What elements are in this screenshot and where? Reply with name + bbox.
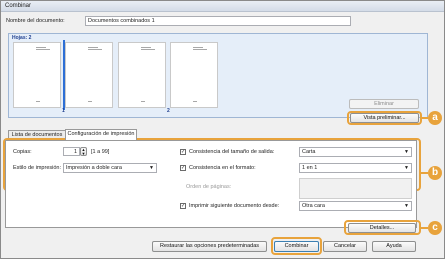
restore-defaults-button[interactable]: Restaurar las opciones predeterminadas <box>152 241 267 252</box>
page-thumbnail[interactable] <box>170 42 218 108</box>
preview-button[interactable]: Vista preliminar... <box>350 113 419 123</box>
print-settings-panel: Copias: 1 ▲ ▼ [1 a 99] Estilo de impresió… <box>5 140 417 228</box>
window-title: Combinar <box>5 3 32 9</box>
next-doc-value: Otra cara <box>302 203 325 209</box>
pages-count-label: Hojas: 2 <box>12 35 32 41</box>
copies-input[interactable]: 1 <box>63 147 80 156</box>
combine-button[interactable]: Combinar <box>274 241 319 252</box>
format-select[interactable]: 1 en 1 ▼ <box>299 163 412 173</box>
size-consistency-label: Consistencia del tamaño de salida: <box>189 149 275 155</box>
chevron-down-icon: ▼ <box>149 165 154 171</box>
callout-c: c <box>428 221 442 235</box>
format-consistency-label: Consistencia en el formato: <box>189 165 256 171</box>
print-style-select[interactable]: Impresión a doble cara ▼ <box>63 163 157 173</box>
page-order-field <box>299 178 412 199</box>
page-number: 1 <box>62 108 65 114</box>
format-value: 1 en 1 <box>302 165 318 171</box>
chevron-down-icon: ▼ <box>404 203 409 209</box>
next-doc-select[interactable]: Otra cara ▼ <box>299 201 412 211</box>
next-doc-label: Imprimir siguiente documento desde: <box>189 203 280 209</box>
copies-range-label: [1 a 99] <box>91 149 110 155</box>
doc-name-input[interactable]: Documentos combinados 1 <box>85 16 351 26</box>
doc-name-label: Nombre del documento: <box>6 18 65 24</box>
output-size-value: Carta <box>302 149 316 155</box>
output-size-select[interactable]: Carta ▼ <box>299 147 412 157</box>
cancel-button[interactable]: Cancelar <box>323 241 367 252</box>
chevron-down-icon: ▼ <box>404 149 409 155</box>
title-bar: Combinar <box>1 1 444 12</box>
page-number: 2 <box>167 108 170 114</box>
tab-print-settings[interactable]: Configuración de impresión <box>65 129 137 140</box>
copies-label: Copias: <box>13 149 32 155</box>
size-consistency-checkbox[interactable]: ✓ <box>180 149 186 155</box>
page-thumbnail[interactable] <box>65 42 113 108</box>
combine-dialog: Combinar Nombre del documento: Documento… <box>0 0 445 259</box>
details-button[interactable]: Detalles... <box>348 223 416 233</box>
page-order-label: Orden de páginas: <box>186 184 232 190</box>
page-thumbnail[interactable] <box>13 42 61 108</box>
callout-a: a <box>428 111 442 125</box>
print-style-label: Estilo de impresión: <box>13 165 61 171</box>
print-style-value: Impresión a doble cara <box>66 165 122 171</box>
copies-stepper[interactable]: ▲ ▼ <box>80 147 87 156</box>
callout-b: b <box>428 166 442 180</box>
delete-button[interactable]: Eliminar <box>349 99 419 109</box>
page-thumbnail[interactable] <box>118 42 166 108</box>
chevron-down-icon: ▼ <box>404 165 409 171</box>
help-button[interactable]: Ayuda <box>372 241 416 252</box>
next-doc-checkbox[interactable]: ✓ <box>180 203 186 209</box>
format-consistency-checkbox[interactable]: ✓ <box>180 165 186 171</box>
